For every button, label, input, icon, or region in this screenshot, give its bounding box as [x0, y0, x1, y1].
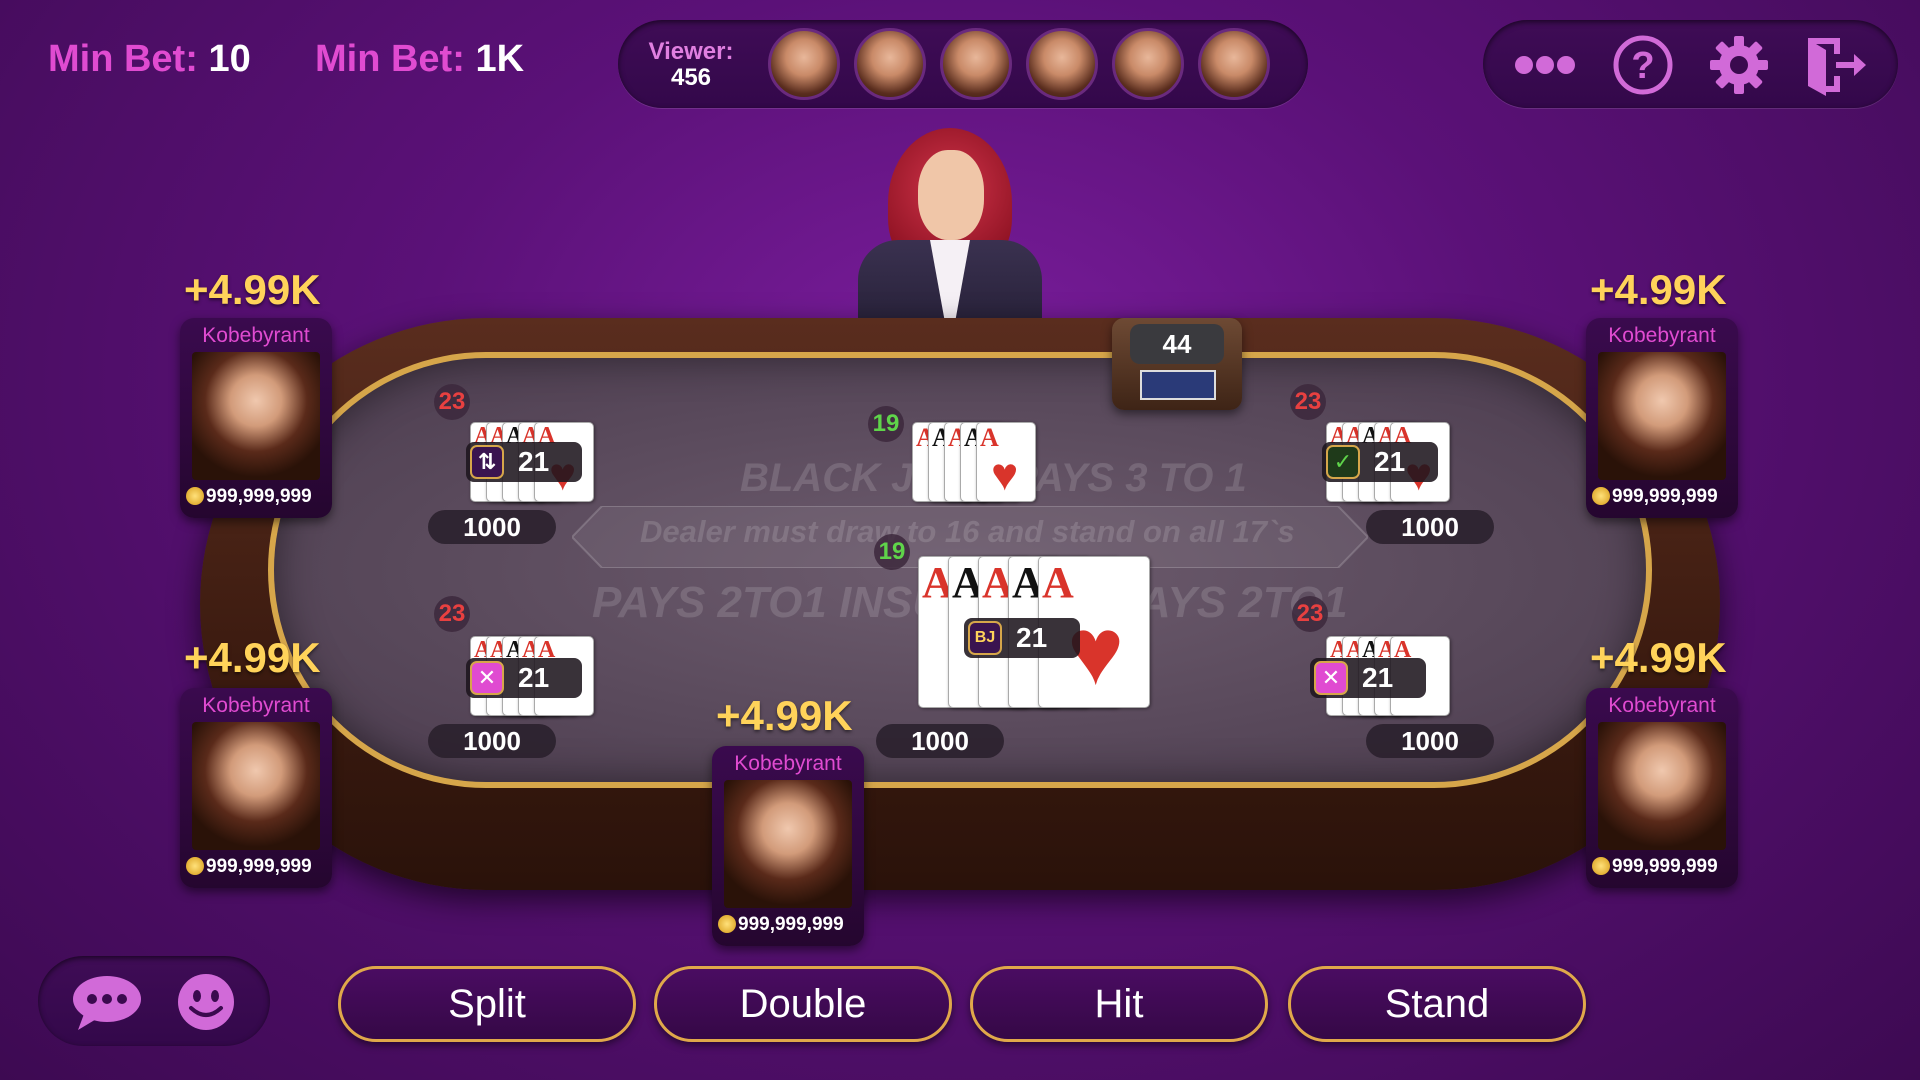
hand-count-badge: 23	[1292, 596, 1328, 632]
player-avatar	[1598, 352, 1726, 480]
hand-score: 21	[518, 446, 550, 477]
player-avatar	[192, 722, 320, 850]
shoe-count: 44	[1130, 324, 1224, 364]
player-winnings: +4.99K	[184, 266, 321, 313]
check-icon: ✓	[1326, 445, 1360, 479]
viewer-avatar[interactable]	[1026, 28, 1098, 100]
hand-score-tag: ✕ 21	[1310, 658, 1426, 698]
player-seat[interactable]: Kobebyrant 999,999,999	[1586, 688, 1738, 888]
shoe-cards	[1140, 370, 1216, 400]
player-winnings: +4.99K	[1590, 634, 1727, 681]
player-name: Kobebyrant	[734, 752, 842, 775]
player-avatar	[192, 352, 320, 480]
split-icon: ⇅	[470, 445, 504, 479]
viewer-label: Viewer:	[648, 38, 734, 65]
dealer-face	[918, 150, 984, 240]
coin-icon	[186, 857, 204, 875]
center-bet: 1000	[876, 724, 1004, 758]
player-seat-self[interactable]: Kobebyrant 999,999,999	[712, 746, 864, 946]
player-winnings: +4.99K	[1590, 266, 1727, 313]
hand-score-tag: ⇅ 21	[466, 442, 582, 482]
player-coins: 999,999,999	[186, 486, 336, 508]
player-coins: 999,999,999	[1592, 486, 1742, 508]
player-coins: 999,999,999	[186, 856, 336, 878]
dealer-hand: A A A A A ♥	[912, 422, 1038, 502]
center-score-tag: BJ 21	[964, 618, 1080, 658]
viewer-avatar[interactable]	[768, 28, 840, 100]
player-coins: 999,999,999	[1592, 856, 1742, 878]
min-bet-value: 10	[208, 38, 251, 80]
hand-count-badge: 23	[434, 384, 470, 420]
hand-count-badge: 23	[434, 596, 470, 632]
hand-score: 21	[518, 662, 550, 693]
more-dots-icon[interactable]	[1512, 32, 1578, 98]
coin-icon	[1592, 487, 1610, 505]
split-button[interactable]: Split	[338, 966, 636, 1042]
gear-icon[interactable]	[1706, 32, 1772, 98]
hand-score-tag: ✕ 21	[466, 658, 582, 698]
stand-button[interactable]: Stand	[1288, 966, 1586, 1042]
player-seat[interactable]: Kobebyrant 999,999,999	[180, 688, 332, 888]
min-bet-label-2: Min Bet:	[315, 38, 465, 80]
min-bet-value-2: 1K	[475, 38, 525, 80]
cross-icon: ✕	[1314, 661, 1348, 695]
player-name: Kobebyrant	[202, 324, 310, 347]
center-score: 21	[1016, 622, 1048, 653]
hand-bet: 1000	[1366, 724, 1494, 758]
hand-bet: 1000	[428, 724, 556, 758]
max-bet-display: Min Bet: 1K	[315, 38, 524, 81]
hand-bet: 1000	[428, 510, 556, 544]
svg-text:?: ?	[1631, 45, 1654, 87]
coin-icon	[186, 487, 204, 505]
felt-dealer-rule: Dealer must draw to 16 and stand on all …	[640, 514, 1295, 549]
help-icon[interactable]: ?	[1610, 32, 1676, 98]
viewer-avatar[interactable]	[854, 28, 926, 100]
emoji-icon[interactable]	[176, 972, 236, 1037]
hand-count-badge: 23	[1290, 384, 1326, 420]
viewer-avatar[interactable]	[940, 28, 1012, 100]
player-seat[interactable]: Kobebyrant 999,999,999	[180, 318, 332, 518]
playing-card: A♥	[976, 422, 1036, 502]
center-count-badge: 19	[874, 534, 910, 570]
min-bet-display: Min Bet: 10	[48, 38, 251, 81]
hit-button[interactable]: Hit	[970, 966, 1268, 1042]
player-name: Kobebyrant	[1608, 324, 1716, 347]
double-button[interactable]: Double	[654, 966, 952, 1042]
viewer-avatar[interactable]	[1112, 28, 1184, 100]
exit-icon[interactable]	[1802, 32, 1868, 98]
coin-icon	[718, 915, 736, 933]
player-winnings: +4.99K	[184, 634, 321, 681]
hand-score: 21	[1374, 446, 1406, 477]
coin-icon	[1592, 857, 1610, 875]
hand-score: 21	[1362, 662, 1394, 693]
blackjack-badge: BJ	[968, 621, 1002, 655]
hand-score-tag: ✓ 21	[1322, 442, 1438, 482]
player-winnings: +4.99K	[716, 692, 853, 739]
hand-bet: 1000	[1366, 510, 1494, 544]
player-avatar	[724, 780, 852, 908]
player-name: Kobebyrant	[1608, 694, 1716, 717]
player-name: Kobebyrant	[202, 694, 310, 717]
player-seat[interactable]: Kobebyrant 999,999,999	[1586, 318, 1738, 518]
chat-bubble-icon[interactable]	[70, 974, 144, 1037]
dealer-count-badge: 19	[868, 406, 904, 442]
viewer-count: 456	[670, 64, 712, 91]
cross-icon: ✕	[470, 661, 504, 695]
player-avatar	[1598, 722, 1726, 850]
min-bet-label: Min Bet:	[48, 38, 198, 80]
player-coins: 999,999,999	[718, 914, 868, 936]
viewer-avatar[interactable]	[1198, 28, 1270, 100]
